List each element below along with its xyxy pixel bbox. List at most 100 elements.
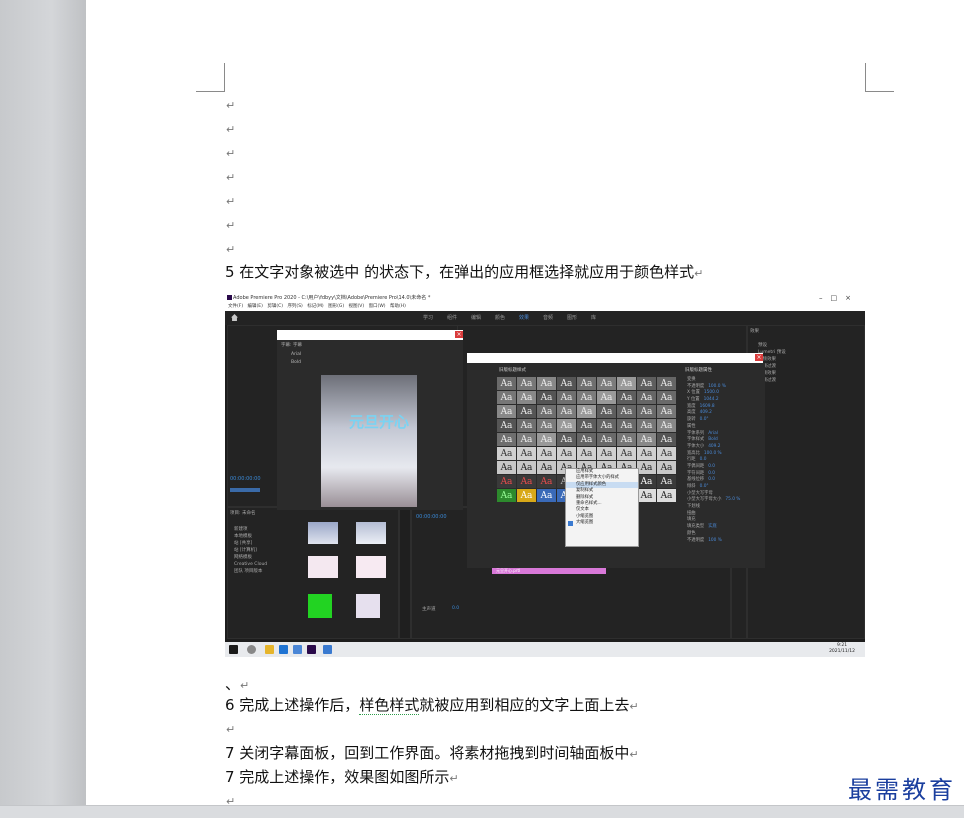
style-swatch[interactable]: Aa [497, 433, 516, 446]
style-swatch[interactable]: Aa [537, 489, 556, 502]
style-swatch[interactable]: Aa [617, 377, 636, 390]
style-swatch[interactable]: Aa [657, 447, 676, 460]
app-icon[interactable] [293, 645, 302, 654]
style-swatch[interactable]: Aa [617, 419, 636, 432]
style-swatch[interactable]: Aa [637, 447, 656, 460]
style-swatch[interactable]: Aa [557, 419, 576, 432]
style-swatch[interactable]: Aa [637, 377, 656, 390]
source-scrubber[interactable] [230, 488, 260, 492]
workspace-tab-active[interactable]: 效果 [519, 314, 529, 321]
property-value[interactable]: 实底 [708, 524, 717, 529]
style-swatch[interactable]: Aa [497, 405, 516, 418]
tree-item[interactable]: 网络模板 [234, 554, 267, 561]
property-row[interactable]: 变换 [687, 377, 740, 384]
property-row[interactable]: 基线位移 0.0 [687, 477, 740, 484]
style-swatch[interactable]: Aa [517, 419, 536, 432]
style-swatch[interactable]: Aa [517, 461, 536, 474]
folder-icon[interactable] [265, 645, 274, 654]
style-swatch[interactable]: Aa [537, 419, 556, 432]
property-row[interactable]: 属性 [687, 424, 740, 431]
style-swatch[interactable]: Aa [517, 433, 536, 446]
property-value[interactable]: 0.0° [700, 417, 709, 422]
style-swatch[interactable]: Aa [577, 419, 596, 432]
tree-item[interactable]: 站 [共享] [234, 540, 267, 547]
font-select[interactable]: Arial [291, 352, 301, 357]
menu-clip[interactable]: 剪辑(C) [267, 304, 283, 309]
style-swatch[interactable]: Aa [657, 391, 676, 404]
style-swatch[interactable]: Aa [517, 475, 536, 488]
style-swatch[interactable]: Aa [657, 475, 676, 488]
tree-item[interactable]: 站 [计算机] [234, 547, 267, 554]
style-swatch[interactable]: Aa [537, 461, 556, 474]
app-icon[interactable] [323, 645, 332, 654]
property-value[interactable]: 0.0 [700, 457, 707, 462]
style-swatch[interactable]: Aa [497, 461, 516, 474]
property-value[interactable]: 409.2 [708, 444, 720, 449]
style-swatch[interactable]: Aa [597, 405, 616, 418]
premiere-icon[interactable] [307, 645, 316, 654]
style-swatch[interactable]: Aa [637, 461, 656, 474]
property-row[interactable]: 倾斜 0.0° [687, 484, 740, 491]
style-swatch[interactable]: Aa [557, 447, 576, 460]
style-swatch[interactable]: Aa [557, 433, 576, 446]
style-swatch[interactable]: Aa [517, 405, 536, 418]
tree-item[interactable]: Creative Cloud [234, 561, 267, 568]
style-swatch[interactable]: Aa [557, 405, 576, 418]
style-swatch[interactable]: Aa [577, 433, 596, 446]
menu-window[interactable]: 窗口(W) [369, 304, 386, 309]
title-clip[interactable]: 元旦开心.prtl [492, 568, 606, 574]
property-row[interactable]: 旋转 0.0° [687, 417, 740, 424]
search-icon[interactable] [247, 645, 256, 654]
property-value[interactable]: 1044.2 [704, 397, 719, 402]
style-swatch[interactable]: Aa [517, 391, 536, 404]
close-icon[interactable]: × [755, 354, 763, 361]
style-swatch[interactable]: Aa [537, 447, 556, 460]
thumb-pink-bear[interactable] [356, 556, 386, 578]
menu-view[interactable]: 视图(V) [349, 304, 365, 309]
master-value[interactable]: 0.0 [452, 606, 459, 611]
style-swatch[interactable]: Aa [557, 377, 576, 390]
property-row[interactable]: 字体样式 Bold [687, 437, 740, 444]
thumb-green-screen[interactable] [308, 594, 332, 618]
style-swatch[interactable]: Aa [537, 391, 556, 404]
style-swatch[interactable]: Aa [517, 377, 536, 390]
windows-start-icon[interactable] [229, 645, 238, 654]
style-swatch[interactable]: Aa [577, 377, 596, 390]
window-controls[interactable]: –□× [819, 293, 859, 303]
close-icon[interactable]: × [455, 331, 463, 338]
style-swatch[interactable]: Aa [657, 419, 676, 432]
style-swatch[interactable]: Aa [537, 433, 556, 446]
style-swatch[interactable]: Aa [577, 391, 596, 404]
style-swatch[interactable]: Aa [597, 447, 616, 460]
property-row[interactable]: Y 位置 1044.2 [687, 397, 740, 404]
style-swatch[interactable]: Aa [497, 419, 516, 432]
menu-graphics[interactable]: 图形(G) [328, 304, 344, 309]
workspace-tab[interactable]: 颜色 [495, 314, 505, 321]
style-swatch[interactable]: Aa [497, 489, 516, 502]
property-row[interactable]: 字体大小 409.2 [687, 444, 740, 451]
workspace-tab[interactable]: 编辑 [471, 314, 481, 321]
style-swatch[interactable]: Aa [617, 405, 636, 418]
style-swatch[interactable]: Aa [577, 447, 596, 460]
home-icon[interactable] [231, 314, 238, 321]
title-text-object[interactable]: 元旦开心 [349, 411, 409, 432]
style-select[interactable]: Bold [291, 360, 301, 365]
style-swatch[interactable]: Aa [597, 419, 616, 432]
property-value[interactable]: 100.0 % [704, 451, 722, 456]
menu-help[interactable]: 帮助(H) [390, 304, 406, 309]
style-swatch[interactable]: Aa [497, 391, 516, 404]
workspace-tab[interactable]: 图形 [567, 314, 577, 321]
property-value[interactable]: Arial [708, 431, 718, 436]
style-swatch[interactable]: Aa [637, 489, 656, 502]
workspace-tab[interactable]: 组件 [447, 314, 457, 321]
style-swatch[interactable]: Aa [597, 433, 616, 446]
style-swatch[interactable]: Aa [537, 377, 556, 390]
close-button[interactable]: × [845, 294, 859, 302]
tree-item[interactable]: 新建项 [234, 526, 267, 533]
thumb-pink-rabbit[interactable] [308, 556, 338, 578]
style-swatch[interactable]: Aa [537, 405, 556, 418]
minimize-button[interactable]: – [819, 294, 831, 302]
style-swatch[interactable]: Aa [517, 489, 536, 502]
style-swatch[interactable]: Aa [637, 433, 656, 446]
property-row[interactable]: 行距 0.0 [687, 457, 740, 464]
